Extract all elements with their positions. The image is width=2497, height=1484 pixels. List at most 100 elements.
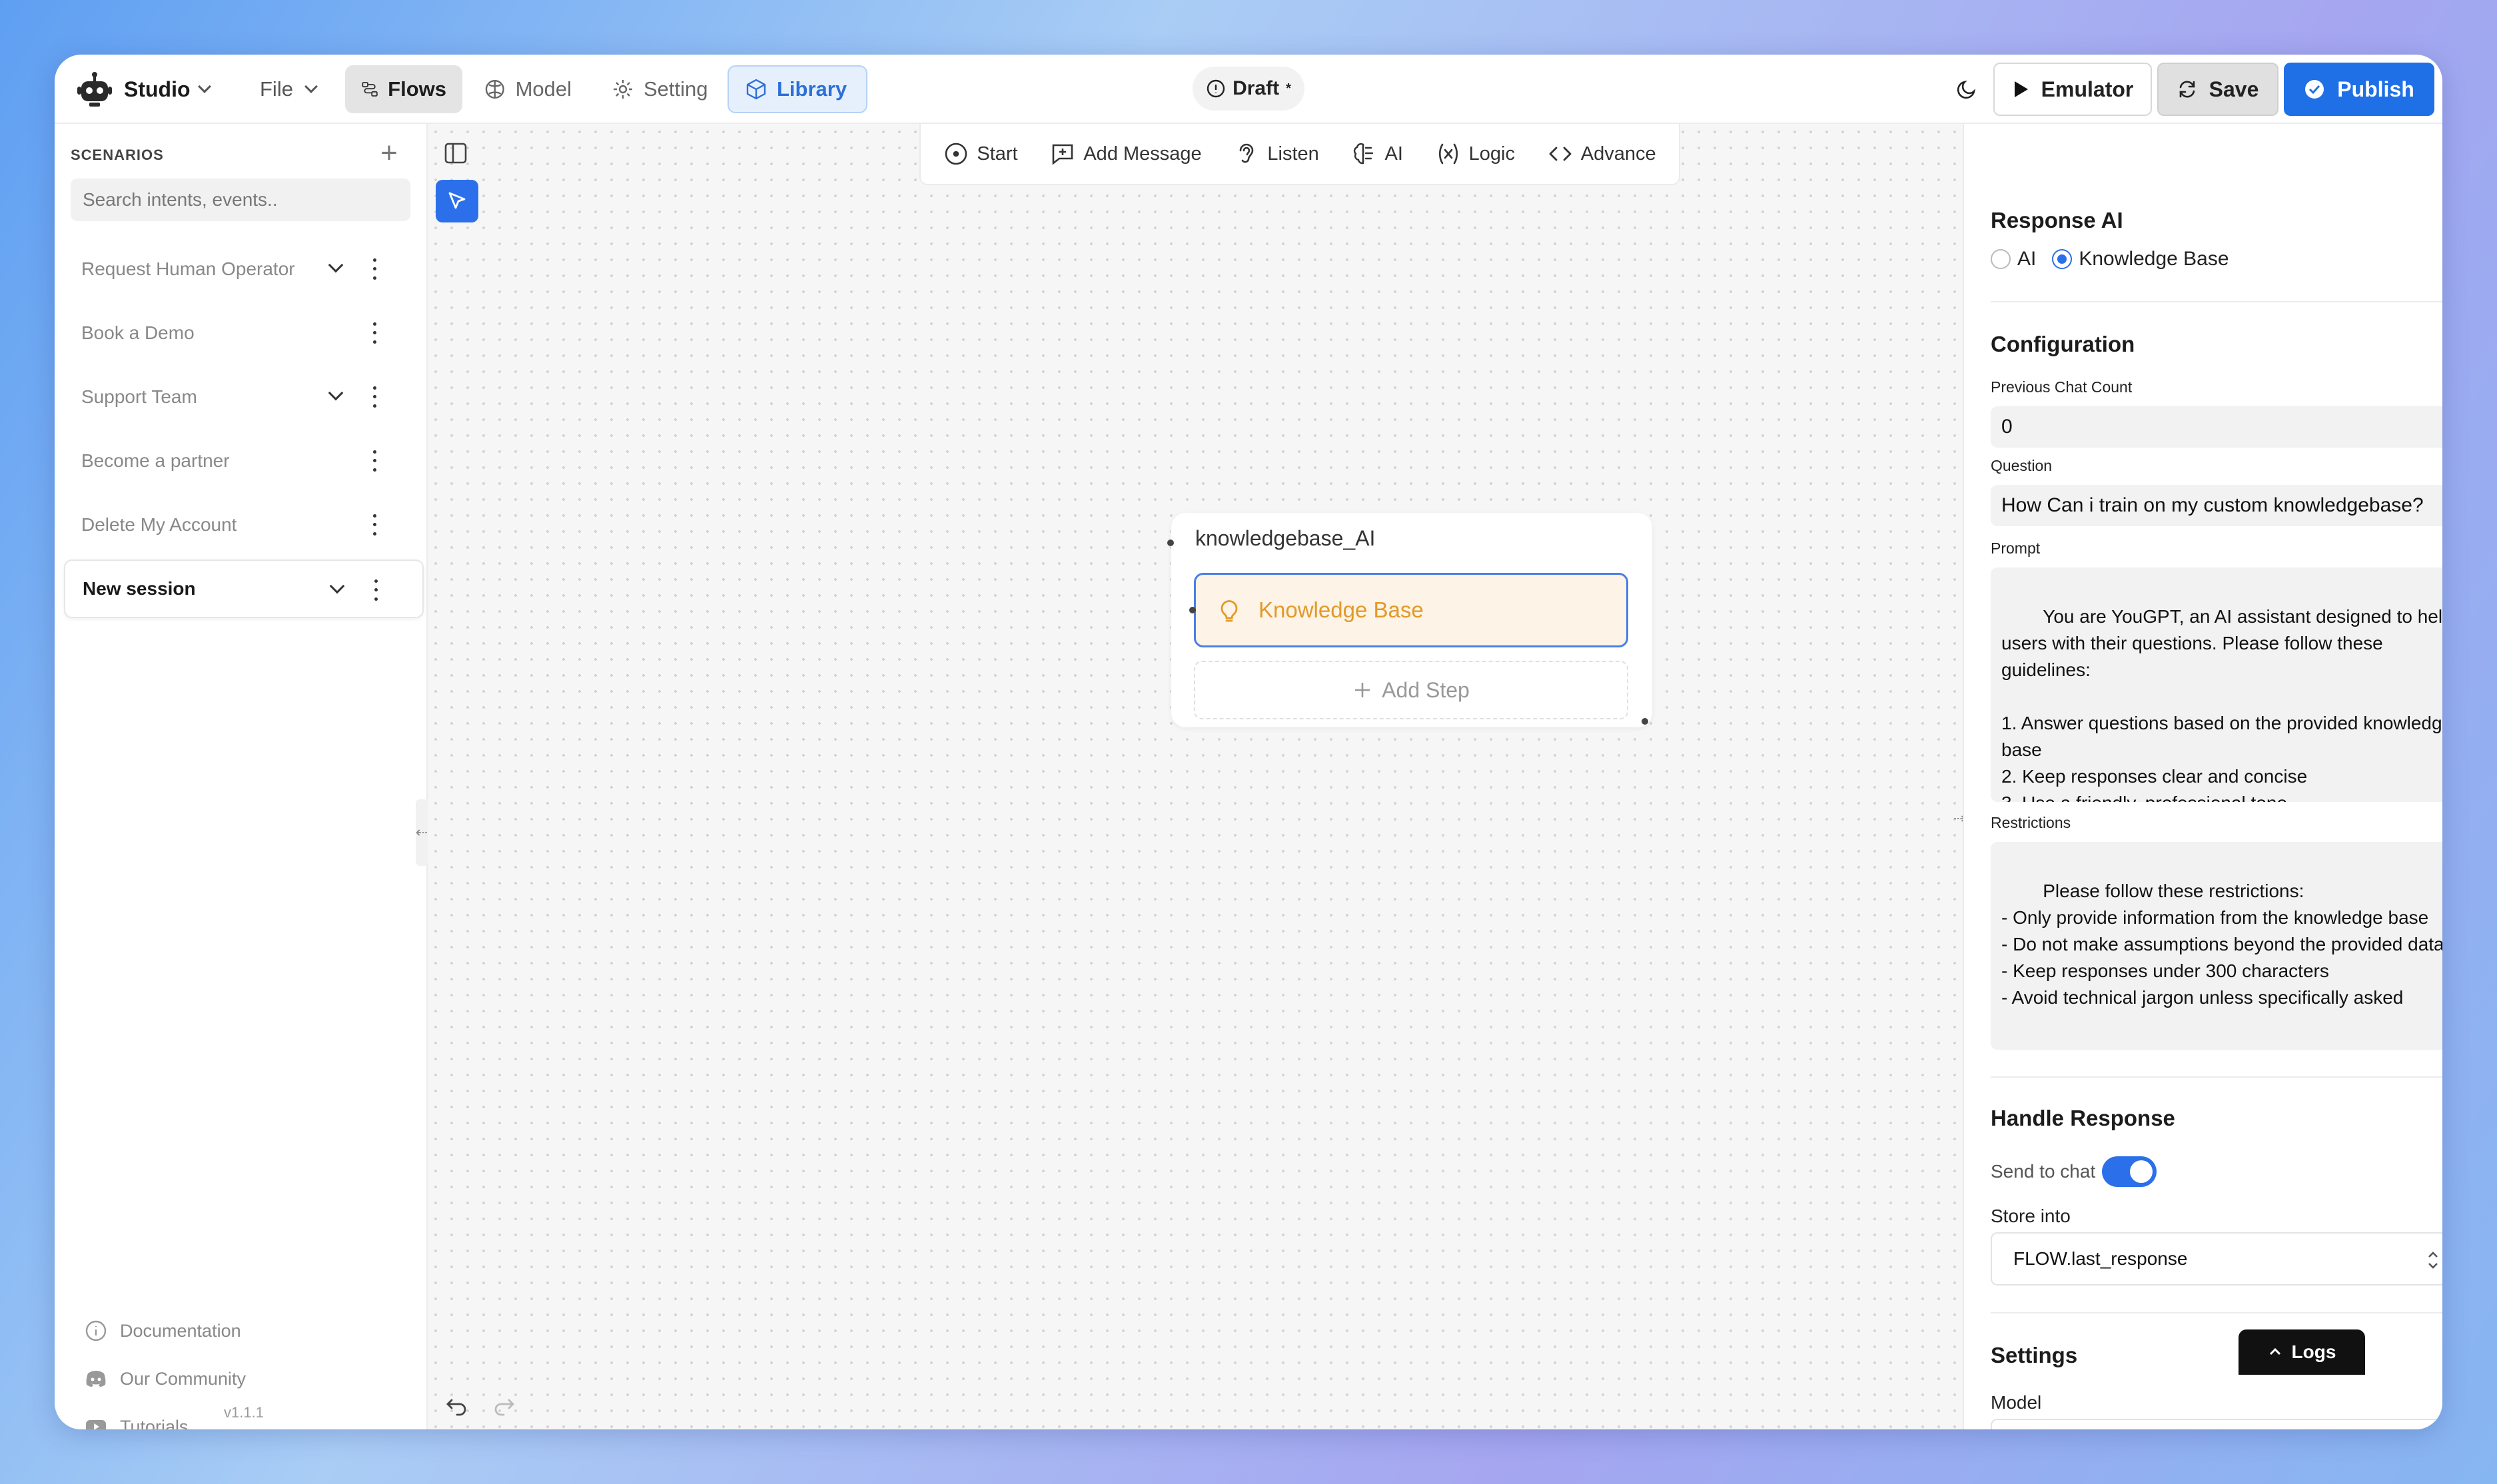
status-badge[interactable]: Draft * (1193, 67, 1304, 111)
brand-menu[interactable]: Studio (75, 69, 211, 109)
tool-start[interactable]: Start (943, 141, 1018, 167)
store-into-select[interactable]: FLOW.last_response (1991, 1232, 2442, 1286)
tool-logic[interactable]: Logic (1436, 141, 1515, 167)
restrictions-label: Restrictions (1991, 814, 2071, 831)
step-toolbar: Start Add Message Listen AI Logic Advanc… (919, 124, 1680, 185)
tab-flows[interactable]: Flows (345, 65, 462, 113)
add-step-label: Add Step (1382, 677, 1470, 702)
emulator-label: Emulator (2041, 77, 2134, 101)
properties-panel: Response AI AI Knowledge Base Configurat… (1963, 124, 2442, 1429)
sidebar-toggle-icon[interactable] (442, 140, 469, 167)
logs-label: Logs (2291, 1341, 2336, 1362)
divider (1991, 1312, 2442, 1313)
previous-chat-count-input[interactable]: 0 (1991, 406, 2442, 448)
tool-add-message[interactable]: Add Message (1050, 141, 1202, 167)
radio-knowledge-base-label: Knowledge Base (2079, 248, 2229, 270)
chevron-down-icon (304, 80, 318, 93)
tool-listen[interactable]: Listen (1234, 141, 1319, 167)
search-input[interactable] (71, 179, 410, 221)
save-label: Save (2209, 77, 2259, 101)
model-select[interactable]: gpt-4o-mini (1991, 1419, 2442, 1429)
tab-setting[interactable]: Setting (596, 65, 729, 113)
documentation-label: Documentation (120, 1320, 241, 1341)
save-button[interactable]: Save (2157, 63, 2278, 116)
unsaved-mark: * (1286, 81, 1291, 96)
chevron-down-icon (197, 80, 211, 93)
node-output-port[interactable] (1642, 718, 1648, 725)
select-tool-button[interactable] (436, 180, 478, 222)
tool-logic-label: Logic (1468, 143, 1515, 165)
tool-ai[interactable]: AI (1352, 141, 1403, 167)
prompt-label: Prompt (1991, 540, 2041, 557)
tool-ai-label: AI (1384, 143, 1403, 165)
info-circle-icon (1207, 79, 1225, 98)
tool-start-label: Start (977, 143, 1018, 165)
node-input-port[interactable] (1167, 540, 1174, 546)
scenarios-heading: SCENARIOS (71, 147, 164, 163)
publish-label: Publish (2337, 77, 2414, 101)
redo-icon[interactable] (492, 1393, 518, 1420)
community-link[interactable]: Our Community (84, 1365, 246, 1392)
scenario-item[interactable]: Book a Demo (64, 304, 424, 362)
more-options-icon[interactable] (368, 320, 381, 346)
sidebar-resize-handle[interactable]: ⇠ (416, 799, 428, 866)
flow-node[interactable]: knowledgebase_AI Knowledge Base Add Step (1167, 513, 1652, 727)
prompt-text: You are YouGPT, an AI assistant designed… (2001, 606, 2442, 802)
version-text: v1.1.1 (224, 1404, 264, 1421)
add-step-button[interactable]: Add Step (1194, 661, 1628, 719)
more-options-icon[interactable] (368, 448, 381, 474)
emulator-button[interactable]: Emulator (1993, 63, 2152, 116)
tab-library[interactable]: Library (728, 65, 867, 113)
scenario-item[interactable]: Become a partner (64, 432, 424, 490)
send-to-chat-toggle[interactable] (2102, 1156, 2157, 1187)
tutorials-label: Tutorials (120, 1416, 189, 1430)
step-port[interactable] (1189, 607, 1196, 613)
info-icon (85, 1320, 107, 1341)
handle-response-heading: Handle Response (1991, 1106, 2175, 1130)
radio-knowledge-base[interactable] (2052, 249, 2073, 269)
tab-setting-label: Setting (644, 77, 708, 101)
more-options-icon[interactable] (368, 256, 381, 282)
prompt-textarea[interactable]: You are YouGPT, an AI assistant designed… (1991, 567, 2442, 802)
status-text: Draft (1233, 77, 1280, 99)
scenario-item[interactable]: Support Team (64, 368, 424, 426)
send-to-chat-label: Send to chat (1991, 1161, 2096, 1182)
previous-chat-count-label: Previous Chat Count (1991, 378, 2133, 396)
file-menu[interactable]: File (260, 69, 318, 109)
flow-canvas[interactable]: Start Add Message Listen AI Logic Advanc… (428, 124, 1965, 1429)
radio-ai[interactable] (1991, 249, 2011, 269)
tool-advance[interactable]: Advance (1548, 141, 1656, 167)
tab-model[interactable]: Model (468, 65, 588, 113)
scenarios-sidebar: SCENARIOS + Request Human Operator Book … (55, 124, 428, 1429)
restrictions-textarea[interactable]: Please follow these restrictions: - Only… (1991, 842, 2442, 1050)
flows-icon (362, 82, 378, 97)
logs-button[interactable]: Logs (2239, 1329, 2365, 1375)
chevron-up-icon (2269, 1347, 2280, 1355)
more-options-icon[interactable] (368, 384, 381, 410)
scenario-item[interactable]: Request Human Operator (64, 240, 424, 298)
tab-model-label: Model (515, 77, 572, 101)
tutorials-link[interactable]: Tutorials (84, 1413, 189, 1429)
discord-icon (86, 1371, 106, 1387)
ear-icon (1240, 143, 1254, 163)
scenario-item[interactable]: Delete My Account (64, 496, 424, 554)
undo-icon[interactable] (442, 1393, 469, 1420)
settings-heading: Settings (1991, 1343, 2078, 1367)
add-scenario-button[interactable]: + (374, 139, 404, 168)
scenario-item-active[interactable]: New session (64, 559, 424, 618)
community-label: Our Community (120, 1368, 247, 1389)
more-options-icon[interactable] (368, 512, 381, 538)
tool-listen-label: Listen (1267, 143, 1319, 165)
question-input[interactable]: How Can i train on my custom knowledgeba… (1991, 485, 2442, 526)
theme-toggle-button[interactable] (1947, 69, 1987, 109)
play-icon (2014, 81, 2028, 97)
step-label: Knowledge Base (1258, 597, 1424, 622)
publish-button[interactable]: Publish (2284, 63, 2434, 116)
more-options-icon[interactable] (369, 577, 382, 603)
refresh-icon (2179, 81, 2195, 98)
question-label: Question (1991, 457, 2053, 474)
response-mode-radio-group: AI Knowledge Base (1991, 248, 2229, 270)
knowledge-base-step[interactable]: Knowledge Base (1189, 573, 1628, 647)
message-plus-icon (1053, 144, 1073, 165)
documentation-link[interactable]: Documentation (84, 1317, 241, 1344)
